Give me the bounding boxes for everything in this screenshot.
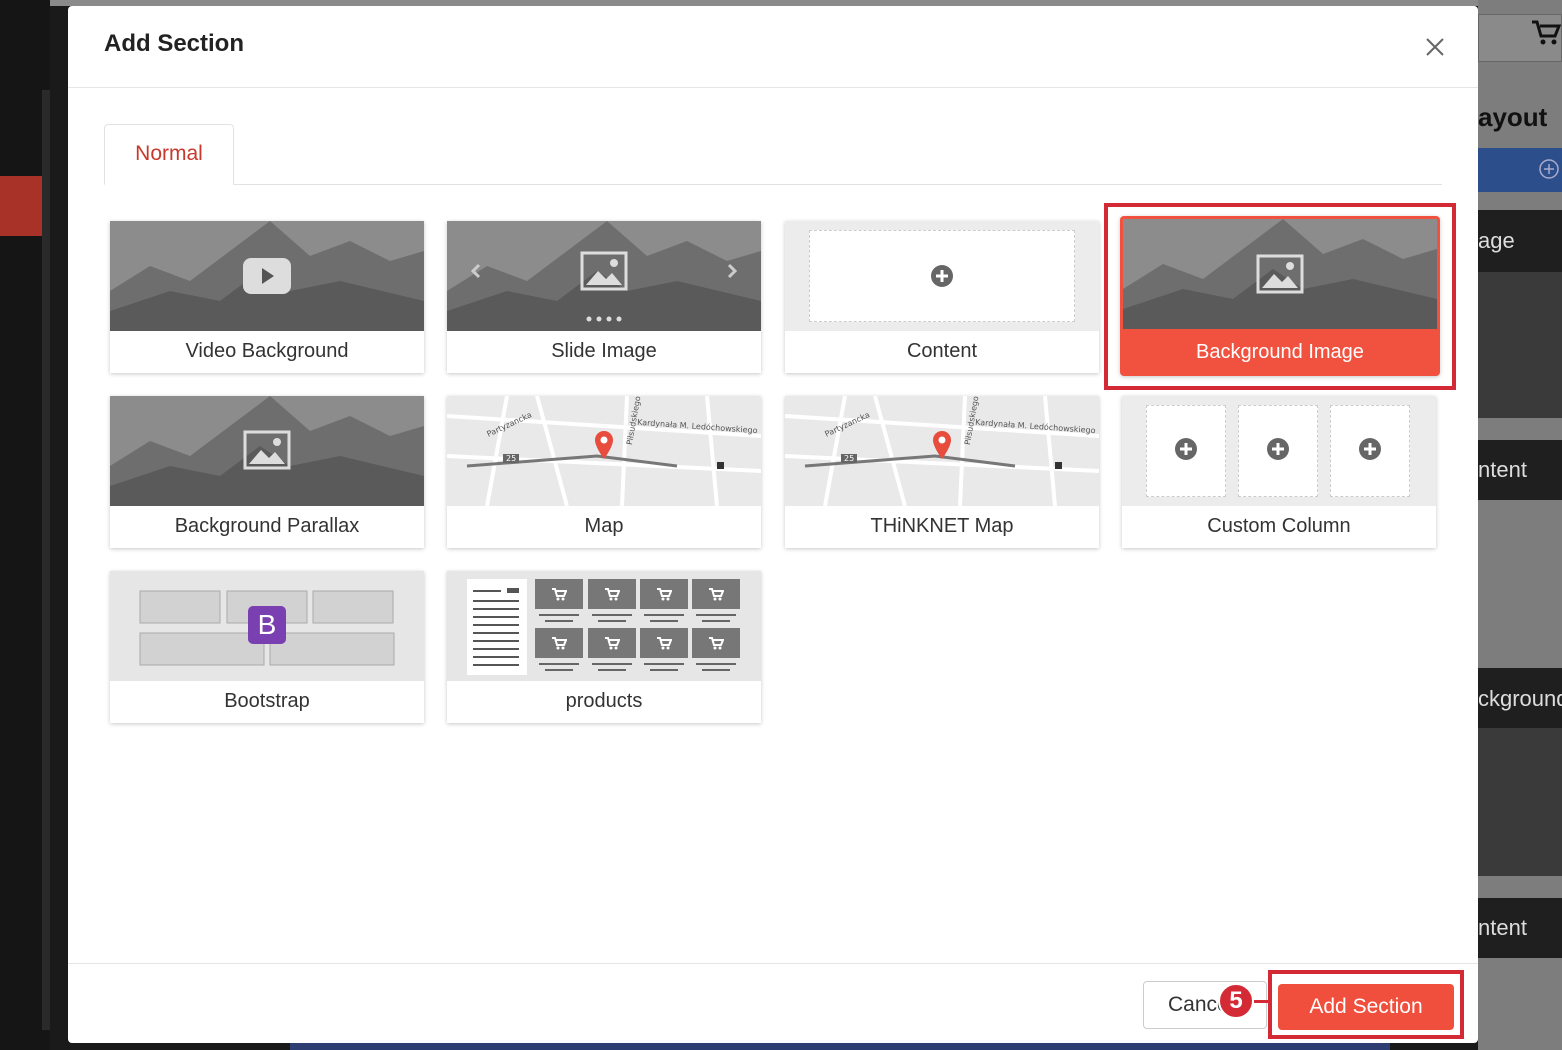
cart-icon	[605, 637, 620, 650]
background-right-panel: ayout age ntent ckground ntent	[1478, 0, 1562, 1050]
section-content[interactable]: Content	[785, 221, 1099, 373]
plus-circle-icon	[1359, 438, 1381, 460]
section-products[interactable]: products	[447, 571, 761, 723]
step-marker: 5	[1218, 983, 1254, 1019]
section-label: Video Background	[185, 340, 349, 362]
background-bottom-strip	[290, 1043, 1390, 1050]
close-button[interactable]	[1420, 32, 1450, 62]
map-pin-icon	[933, 431, 951, 459]
background-active-tab	[0, 176, 42, 236]
logo-fragment	[0, 0, 8, 40]
modal-footer: Cancel 5 Add Section	[68, 963, 1478, 1043]
plus-circle-icon	[931, 265, 953, 287]
section-label: Slide Image	[551, 340, 657, 362]
close-icon	[1426, 38, 1444, 56]
section-tabs: Normal	[104, 124, 1442, 185]
plus-circle-icon	[1267, 438, 1289, 460]
background-label: ntent	[1478, 915, 1527, 940]
section-label: Map	[584, 515, 624, 537]
section-background-parallax[interactable]: Background Parallax	[110, 396, 424, 548]
section-label: THiNKNET Map	[870, 515, 1014, 537]
section-label: Content	[906, 340, 978, 362]
map-road-number: 25	[841, 454, 858, 463]
section-label: Bootstrap	[224, 690, 310, 712]
section-label: Background Parallax	[174, 515, 360, 537]
background-label: ntent	[1478, 457, 1527, 482]
cart-icon	[605, 588, 620, 601]
plus-circle-icon	[1539, 159, 1559, 179]
cart-icon	[552, 588, 567, 601]
section-custom-column[interactable]: Custom Column	[1122, 396, 1436, 548]
selection-highlight	[1104, 203, 1456, 390]
cart-icon	[552, 637, 567, 650]
tab-normal[interactable]: Normal	[104, 124, 234, 185]
cart-icon	[657, 588, 672, 601]
play-icon	[243, 258, 291, 294]
background-label: ayout	[1478, 102, 1548, 132]
background-label: age	[1478, 228, 1515, 253]
section-map[interactable]: Partyzancka Kardynała M. Ledóchowskiego …	[447, 396, 761, 548]
background-image-block	[1478, 272, 1562, 418]
cart-icon	[709, 637, 724, 650]
map-road-number: 25	[503, 454, 520, 463]
background-sidebar	[0, 0, 50, 1050]
section-slide-image[interactable]: Slide Image	[447, 221, 761, 373]
map-pin-icon	[595, 431, 613, 459]
section-label: Custom Column	[1207, 515, 1351, 537]
cart-icon	[1532, 20, 1562, 45]
image-slider-icon	[580, 251, 628, 291]
section-thinknet-map[interactable]: Partyzancka Kardynała M. Ledóchowskiego …	[785, 396, 1099, 548]
add-section-modal: Add Section Normal Video Background Slid…	[68, 6, 1478, 1043]
modal-title: Add Section	[104, 30, 245, 57]
section-label: products	[565, 690, 643, 712]
image-icon	[243, 430, 291, 470]
bootstrap-icon: B	[248, 606, 286, 644]
add-button-highlight	[1268, 970, 1464, 1039]
plus-circle-icon	[1175, 438, 1197, 460]
section-bootstrap[interactable]: B Bootstrap	[110, 571, 424, 723]
section-video-background[interactable]: Video Background	[110, 221, 424, 373]
background-scrollbar	[42, 90, 50, 1030]
background-image-block	[1478, 728, 1562, 876]
cart-icon	[657, 637, 672, 650]
modal-header: Add Section	[68, 6, 1478, 88]
cart-icon	[709, 588, 724, 601]
background-label: ckground	[1478, 686, 1562, 711]
